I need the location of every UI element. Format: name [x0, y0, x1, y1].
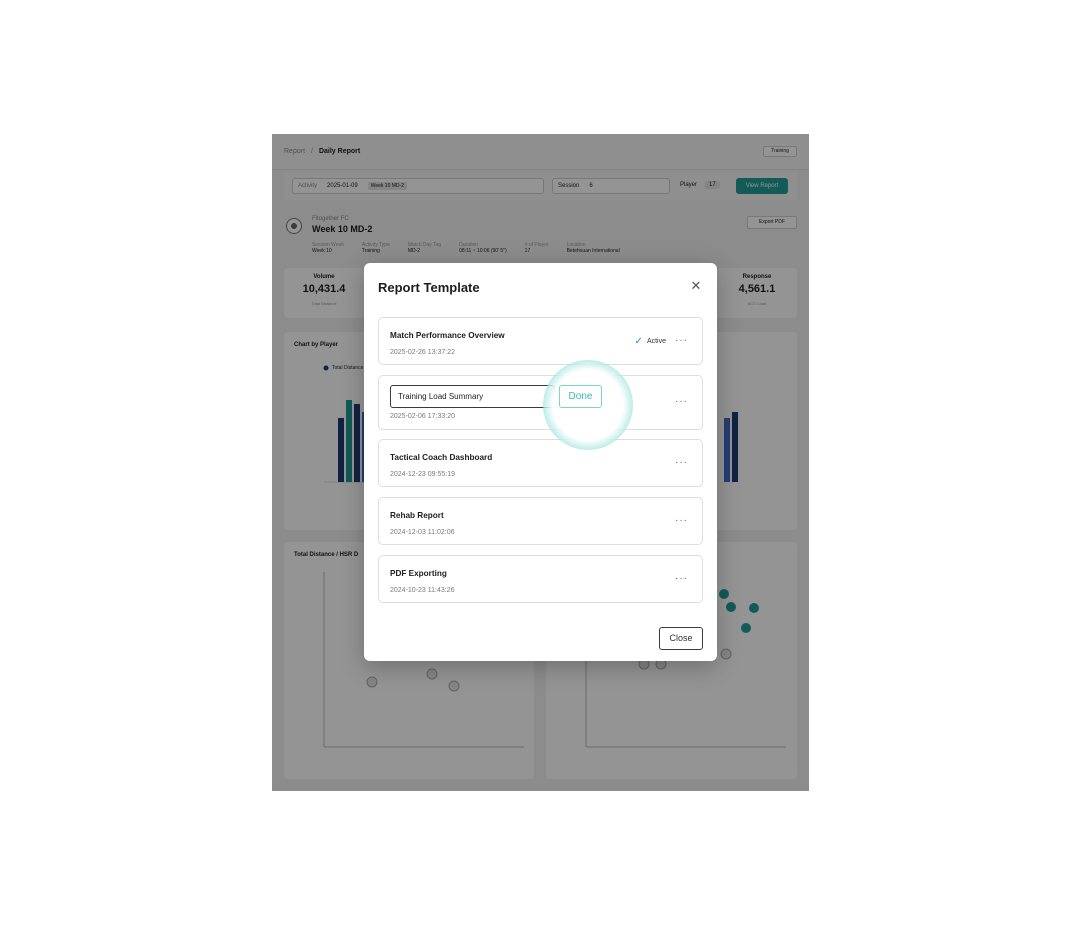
more-options-icon[interactable]: ··· — [675, 457, 688, 468]
template-name: Rehab Report — [390, 511, 444, 520]
more-options-icon[interactable]: ··· — [675, 515, 688, 526]
template-name: Match Performance Overview — [390, 331, 505, 340]
more-options-icon[interactable]: ··· — [675, 573, 688, 584]
template-name-input[interactable] — [390, 385, 555, 408]
report-template-modal: Report Template ✕ Match Performance Over… — [364, 263, 717, 661]
active-badge: ✓ Active — [635, 336, 666, 347]
done-button[interactable]: Done — [559, 385, 602, 408]
more-options-icon[interactable]: ··· — [675, 335, 688, 346]
template-item[interactable]: Match Performance Overview 2025-02-26 13… — [378, 317, 703, 365]
modal-title: Report Template — [378, 280, 480, 295]
template-item-editing: 2025-02-06 17:33:20 ··· — [378, 375, 703, 430]
template-date: 2025-02-06 17:33:20 — [390, 413, 455, 420]
template-date: 2025-02-26 13:37:22 — [390, 349, 455, 356]
template-date: 2024-12-23 09:55:19 — [390, 471, 455, 478]
template-item[interactable]: Rehab Report 2024-12-03 11:02:06 ··· — [378, 497, 703, 545]
close-button[interactable]: Close — [659, 627, 703, 650]
close-icon[interactable]: ✕ — [689, 279, 703, 293]
active-label: Active — [646, 338, 666, 345]
more-options-icon[interactable]: ··· — [675, 396, 688, 407]
template-item[interactable]: Tactical Coach Dashboard 2024-12-23 09:5… — [378, 439, 703, 487]
template-date: 2024-12-03 11:02:06 — [390, 529, 455, 536]
template-date: 2024-10-23 11:43:26 — [390, 587, 455, 594]
template-item[interactable]: PDF Exporting 2024-10-23 11:43:26 ··· — [378, 555, 703, 603]
template-name: Tactical Coach Dashboard — [390, 453, 493, 462]
template-name: PDF Exporting — [390, 569, 447, 578]
check-icon: ✓ — [634, 336, 643, 347]
